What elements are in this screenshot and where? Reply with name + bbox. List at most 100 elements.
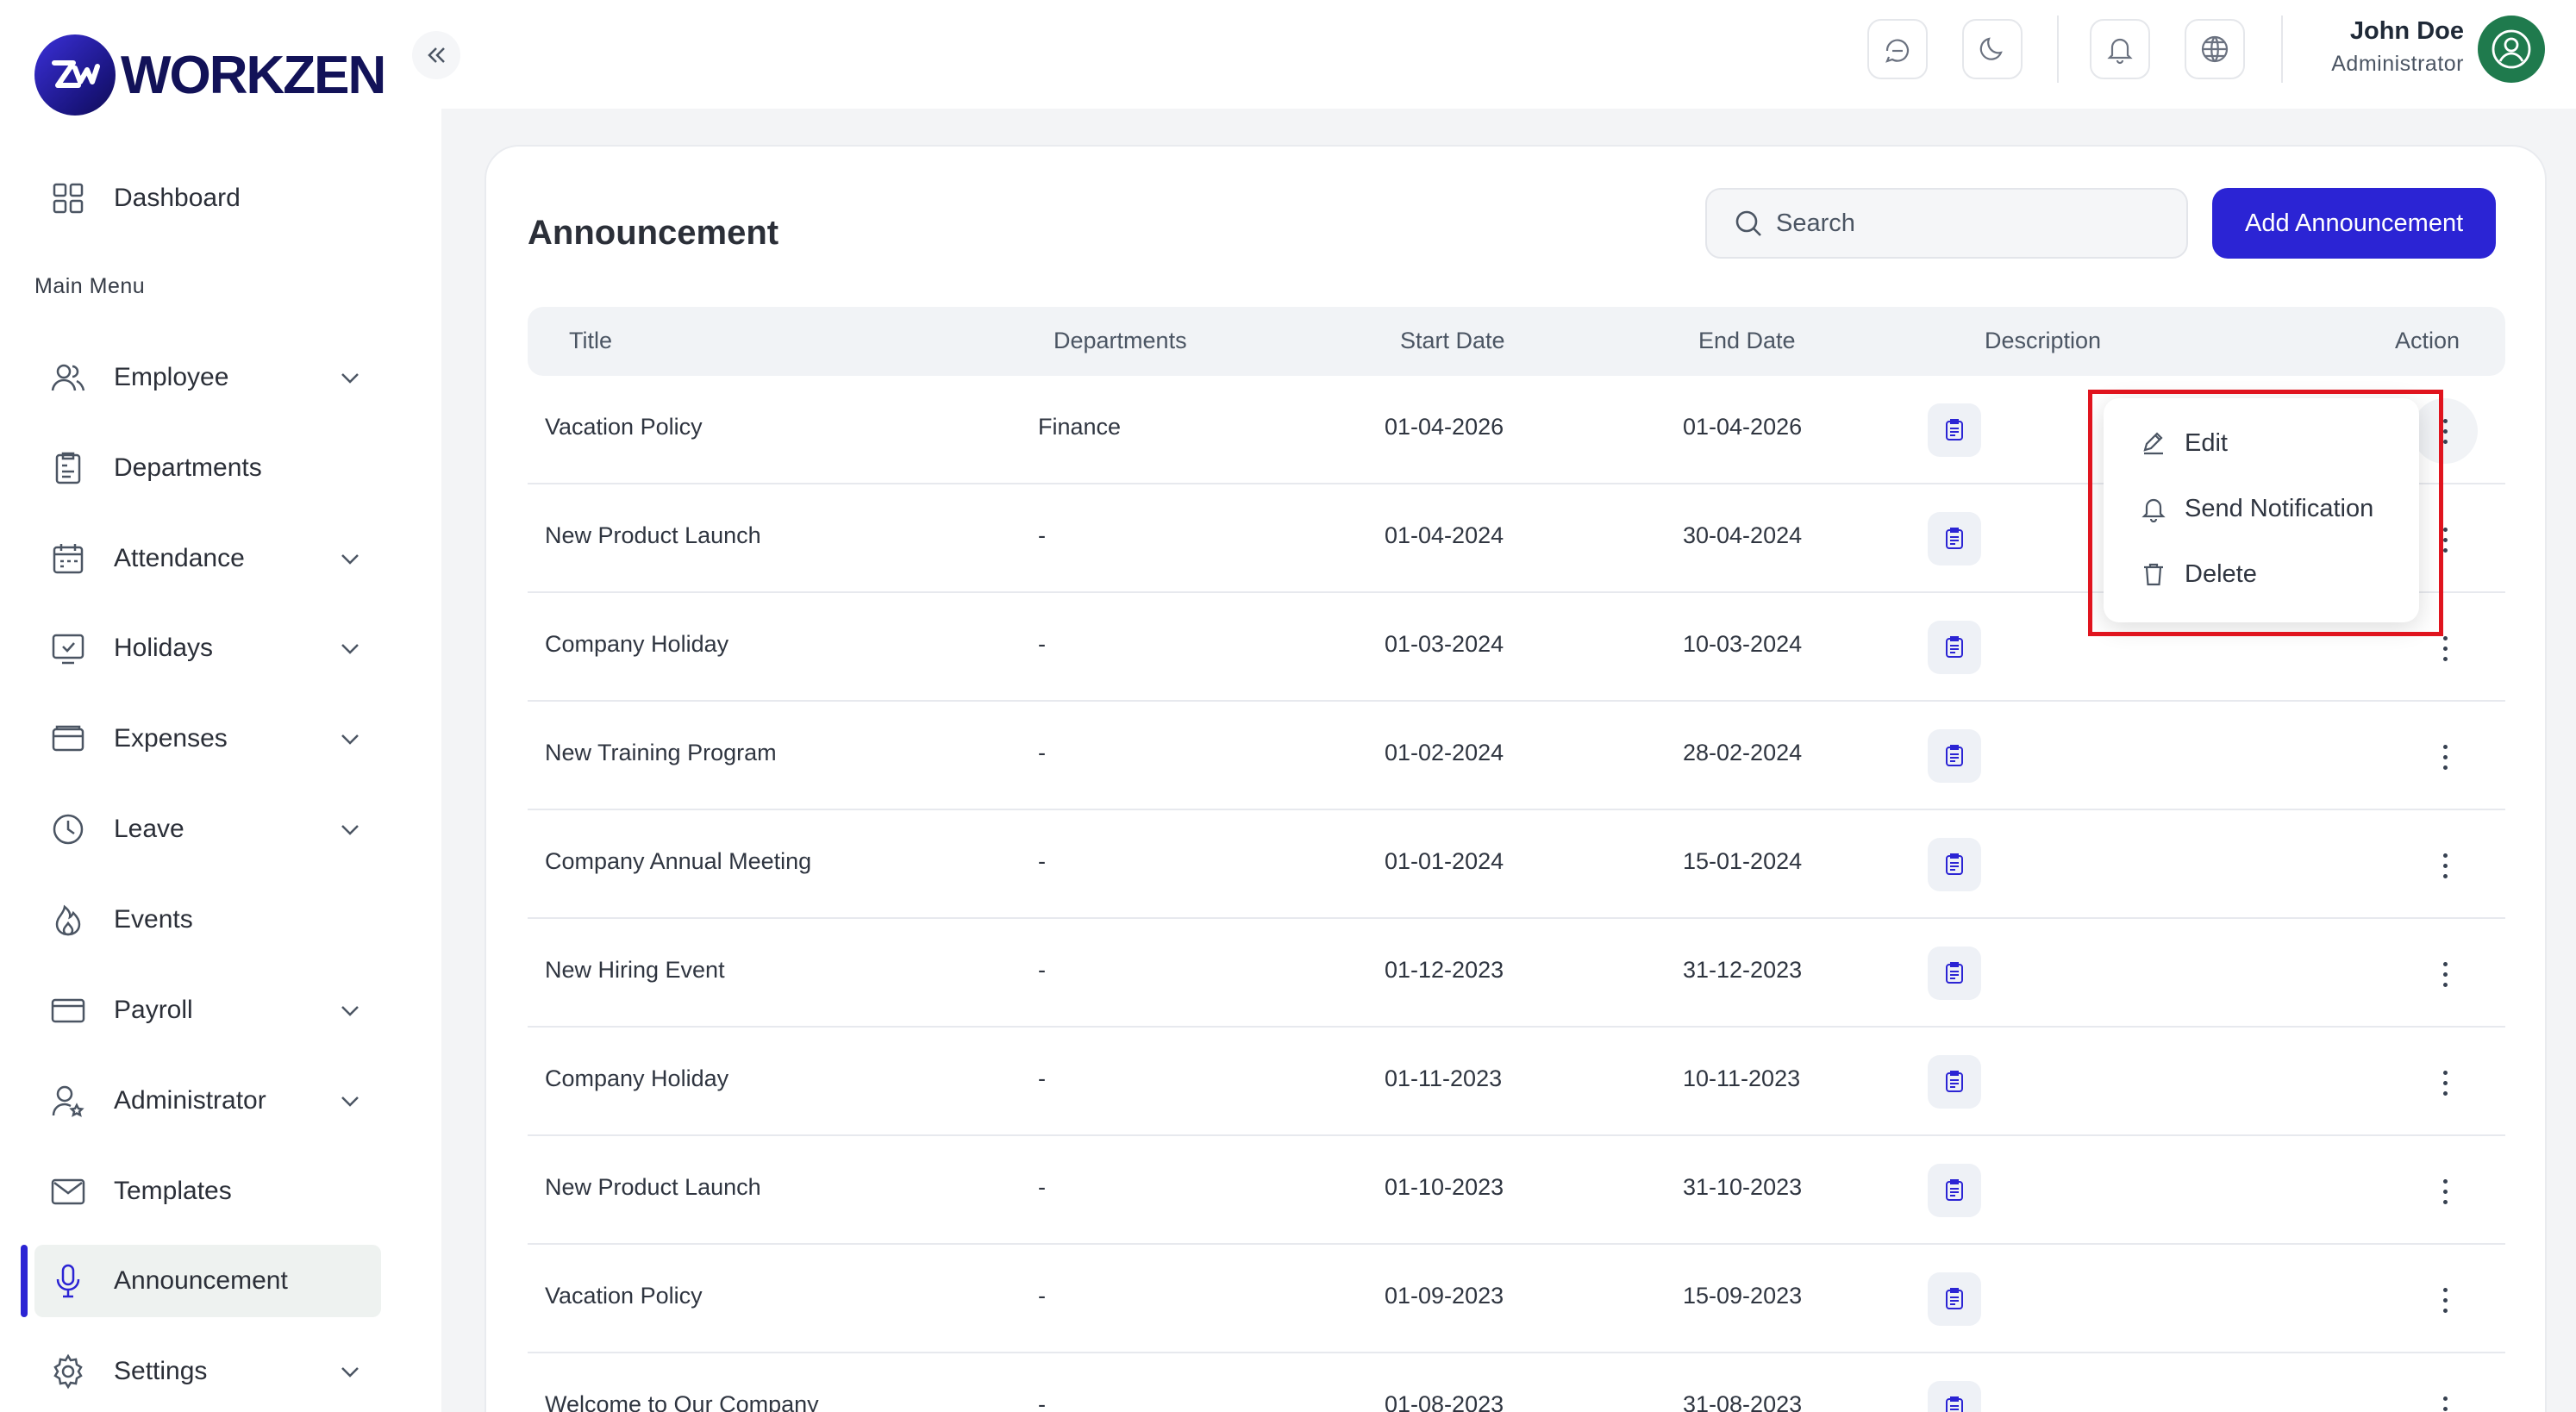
sidebar-item-label: Settings bbox=[114, 1357, 208, 1385]
row-action-menu-button[interactable] bbox=[2421, 1276, 2469, 1324]
sidebar-item-templates[interactable]: Templates bbox=[34, 1155, 381, 1228]
sidebar-item-attendance[interactable]: Attendance bbox=[34, 522, 381, 595]
chevron-down-icon bbox=[341, 554, 359, 565]
pencil-icon bbox=[2143, 432, 2163, 455]
document-icon bbox=[1946, 853, 1963, 875]
table-row: Welcome to Our Company - 01-08-2023 31-0… bbox=[528, 1353, 2505, 1412]
sidebar-item-label: Administrator bbox=[114, 1086, 266, 1115]
notifications-button[interactable] bbox=[2090, 19, 2150, 79]
row-action-menu-button[interactable] bbox=[2421, 841, 2469, 890]
clipboard-icon bbox=[48, 448, 88, 488]
view-description-button[interactable] bbox=[1928, 621, 1981, 674]
language-button[interactable] bbox=[2185, 19, 2245, 79]
cell-end-date: 31-08-2023 bbox=[1683, 1391, 1803, 1412]
cell-title: New Training Program bbox=[545, 740, 777, 765]
column-header-description: Description bbox=[1985, 328, 2102, 353]
sidebar-item-label: Dashboard bbox=[114, 184, 241, 212]
user-name[interactable]: John Doe bbox=[2350, 17, 2464, 46]
add-announcement-button[interactable]: Add Announcement bbox=[2212, 188, 2497, 259]
cell-title: New Product Launch bbox=[545, 1174, 761, 1200]
row-action-menu-button[interactable] bbox=[2421, 1059, 2469, 1107]
view-description-button[interactable] bbox=[1928, 1381, 1981, 1412]
sidebar-item-label: Leave bbox=[114, 815, 184, 843]
cell-departments: - bbox=[1038, 740, 1046, 765]
edit-menu-label: Edit bbox=[2185, 428, 2228, 457]
cell-departments: - bbox=[1038, 1065, 1046, 1091]
sidebar-item-holidays[interactable]: Holidays bbox=[34, 612, 381, 684]
cell-end-date: 30-04-2024 bbox=[1683, 522, 1803, 548]
view-description-button[interactable] bbox=[1928, 838, 1981, 891]
cell-start-date: 01-12-2023 bbox=[1385, 957, 1504, 983]
calendar-icon bbox=[48, 539, 88, 578]
sidebar-item-administrator[interactable]: Administrator bbox=[34, 1065, 381, 1137]
dark-mode-toggle[interactable] bbox=[1962, 19, 2023, 79]
column-header-start-date[interactable]: Start Date bbox=[1400, 328, 1505, 354]
document-icon bbox=[1946, 1396, 1963, 1412]
microphone-icon bbox=[48, 1261, 88, 1301]
sidebar-item-announcement[interactable]: Announcement bbox=[34, 1245, 381, 1317]
cell-start-date: 01-10-2023 bbox=[1385, 1174, 1504, 1200]
collapse-sidebar-button[interactable] bbox=[412, 31, 460, 79]
cell-departments: - bbox=[1038, 631, 1046, 657]
search-field[interactable] bbox=[1705, 188, 2188, 259]
cell-end-date: 10-03-2024 bbox=[1683, 631, 1803, 657]
sidebar-item-label: Announcement bbox=[114, 1266, 288, 1295]
table-header: Title Departments Start Date End Date De… bbox=[528, 307, 2505, 376]
cell-departments: - bbox=[1038, 1283, 1046, 1309]
globe-icon bbox=[2201, 35, 2229, 63]
sidebar-item-settings[interactable]: Settings bbox=[34, 1335, 381, 1408]
cell-departments: Finance bbox=[1038, 414, 1122, 440]
table-row: Company Holiday - 01-11-2023 10-11-2023 bbox=[528, 1028, 2505, 1136]
announcement-card: Announcement Add Announcement Title Depa… bbox=[485, 145, 2547, 1412]
bell-icon bbox=[2107, 38, 2133, 65]
users-icon bbox=[48, 358, 88, 397]
sidebar-item-payroll[interactable]: Payroll bbox=[34, 974, 381, 1047]
table-row: New Hiring Event - 01-12-2023 31-12-2023 bbox=[528, 919, 2505, 1028]
column-header-action: Action bbox=[2395, 328, 2460, 353]
column-header-departments[interactable]: Departments bbox=[1054, 328, 1187, 354]
row-action-menu-button[interactable] bbox=[2421, 1384, 2469, 1412]
row-action-menu-button[interactable] bbox=[2421, 1167, 2469, 1215]
row-action-menu-button[interactable] bbox=[2412, 398, 2478, 464]
search-input[interactable] bbox=[1776, 209, 2173, 238]
sidebar-item-leave[interactable]: Leave bbox=[34, 793, 381, 865]
view-description-button[interactable] bbox=[1928, 1055, 1981, 1109]
wallet-icon bbox=[48, 719, 88, 759]
chat-button[interactable] bbox=[1867, 19, 1928, 79]
section-label-main-menu: Main Menu bbox=[34, 274, 146, 298]
sidebar-item-employee[interactable]: Employee bbox=[34, 341, 381, 414]
sidebar-item-events[interactable]: Events bbox=[34, 884, 381, 956]
column-header-title[interactable]: Title bbox=[569, 328, 612, 354]
row-action-menu-button[interactable] bbox=[2421, 950, 2469, 998]
document-icon bbox=[1946, 1071, 1963, 1092]
document-icon bbox=[1946, 1288, 1963, 1309]
row-action-menu-button[interactable] bbox=[2421, 624, 2469, 672]
column-header-end-date[interactable]: End Date bbox=[1698, 328, 1796, 354]
cell-start-date: 01-04-2024 bbox=[1385, 522, 1504, 548]
brand-name: WORKZEN bbox=[121, 45, 386, 105]
sidebar-item-dashboard[interactable]: Dashboard bbox=[34, 162, 381, 234]
view-description-button[interactable] bbox=[1928, 1272, 1981, 1326]
cell-start-date: 01-09-2023 bbox=[1385, 1283, 1504, 1309]
sidebar-item-expenses[interactable]: Expenses bbox=[34, 703, 381, 775]
avatar[interactable] bbox=[2478, 16, 2545, 83]
view-description-button[interactable] bbox=[1928, 1164, 1981, 1217]
brand-logo[interactable]: WORKZEN bbox=[34, 34, 386, 116]
row-action-dropdown: Edit Send Notification Delete bbox=[2104, 398, 2419, 622]
cell-end-date: 15-09-2023 bbox=[1683, 1283, 1803, 1309]
row-action-menu-button[interactable] bbox=[2421, 515, 2469, 564]
document-icon bbox=[1946, 419, 1963, 440]
delete-menu-item[interactable]: Delete bbox=[2104, 543, 2419, 605]
view-description-button[interactable] bbox=[1928, 947, 1981, 1000]
send-notification-menu-item[interactable]: Send Notification bbox=[2104, 478, 2419, 540]
clock-icon bbox=[48, 809, 88, 849]
sidebar-item-departments[interactable]: Departments bbox=[34, 432, 381, 504]
moon-icon bbox=[1979, 37, 2003, 60]
view-description-button[interactable] bbox=[1928, 512, 1981, 565]
document-icon bbox=[1946, 745, 1963, 766]
row-action-menu-button[interactable] bbox=[2421, 733, 2469, 781]
view-description-button[interactable] bbox=[1928, 403, 1981, 457]
edit-menu-item[interactable]: Edit bbox=[2104, 412, 2419, 474]
grid-icon bbox=[48, 178, 88, 218]
view-description-button[interactable] bbox=[1928, 729, 1981, 783]
